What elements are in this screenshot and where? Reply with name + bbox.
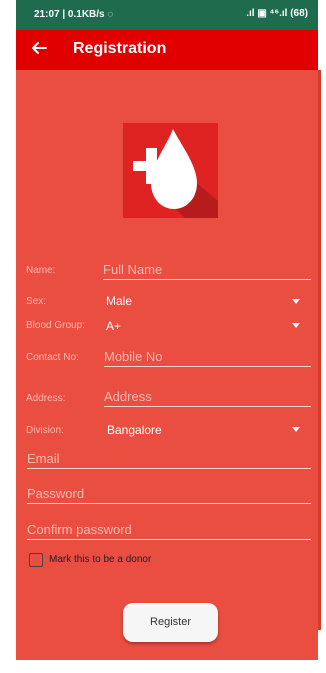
donor-checkbox[interactable]	[29, 553, 43, 567]
blood-group-dropdown-icon[interactable]	[292, 323, 300, 328]
signal-battery-icons: .ıl ▣ ⁴⁶.ıl (68)	[246, 8, 308, 19]
app-screen: 21:07 | 0.1KB/s ◌ .ıl ▣ ⁴⁶.ıl (68) Regis…	[16, 0, 321, 673]
scrollbar[interactable]	[318, 70, 321, 630]
division-label: Division:	[26, 425, 64, 436]
register-button[interactable]: Register	[123, 603, 218, 642]
name-label: Name:	[26, 265, 56, 276]
mobile-input[interactable]: Mobile No	[104, 349, 311, 367]
division-select[interactable]: Bangalore	[107, 423, 162, 437]
donor-checkbox-label[interactable]: Mark this to be a donor	[49, 554, 151, 565]
status-time: 21:07 | 0.1KB/s ◌	[34, 9, 114, 20]
address-label: Address:	[26, 393, 66, 404]
full-name-input[interactable]: Full Name	[103, 262, 311, 280]
contact-label: Contact No:	[26, 352, 79, 363]
sex-select[interactable]: Male	[106, 294, 132, 308]
password-input[interactable]: Password	[27, 486, 311, 504]
sex-label: Sex:	[26, 296, 47, 307]
page-title: Registration	[73, 40, 167, 57]
status-bar: 21:07 | 0.1KB/s ◌ .ıl ▣ ⁴⁶.ıl (68)	[16, 0, 318, 30]
blood-drop-logo	[123, 123, 218, 218]
email-input[interactable]: Email	[27, 451, 311, 469]
app-bar: Registration	[16, 30, 318, 70]
address-input[interactable]: Address	[104, 389, 311, 407]
sex-dropdown-icon[interactable]	[292, 299, 300, 304]
back-arrow-icon[interactable]	[30, 39, 48, 57]
division-dropdown-icon[interactable]	[292, 427, 300, 432]
confirm-password-input[interactable]: Confirm password	[27, 522, 311, 540]
registration-form: Name: Full Name Sex: Male Blood Group: A…	[16, 70, 321, 660]
blood-group-select[interactable]: A+	[106, 319, 121, 333]
blood-group-label: Blood Group:	[26, 320, 85, 331]
